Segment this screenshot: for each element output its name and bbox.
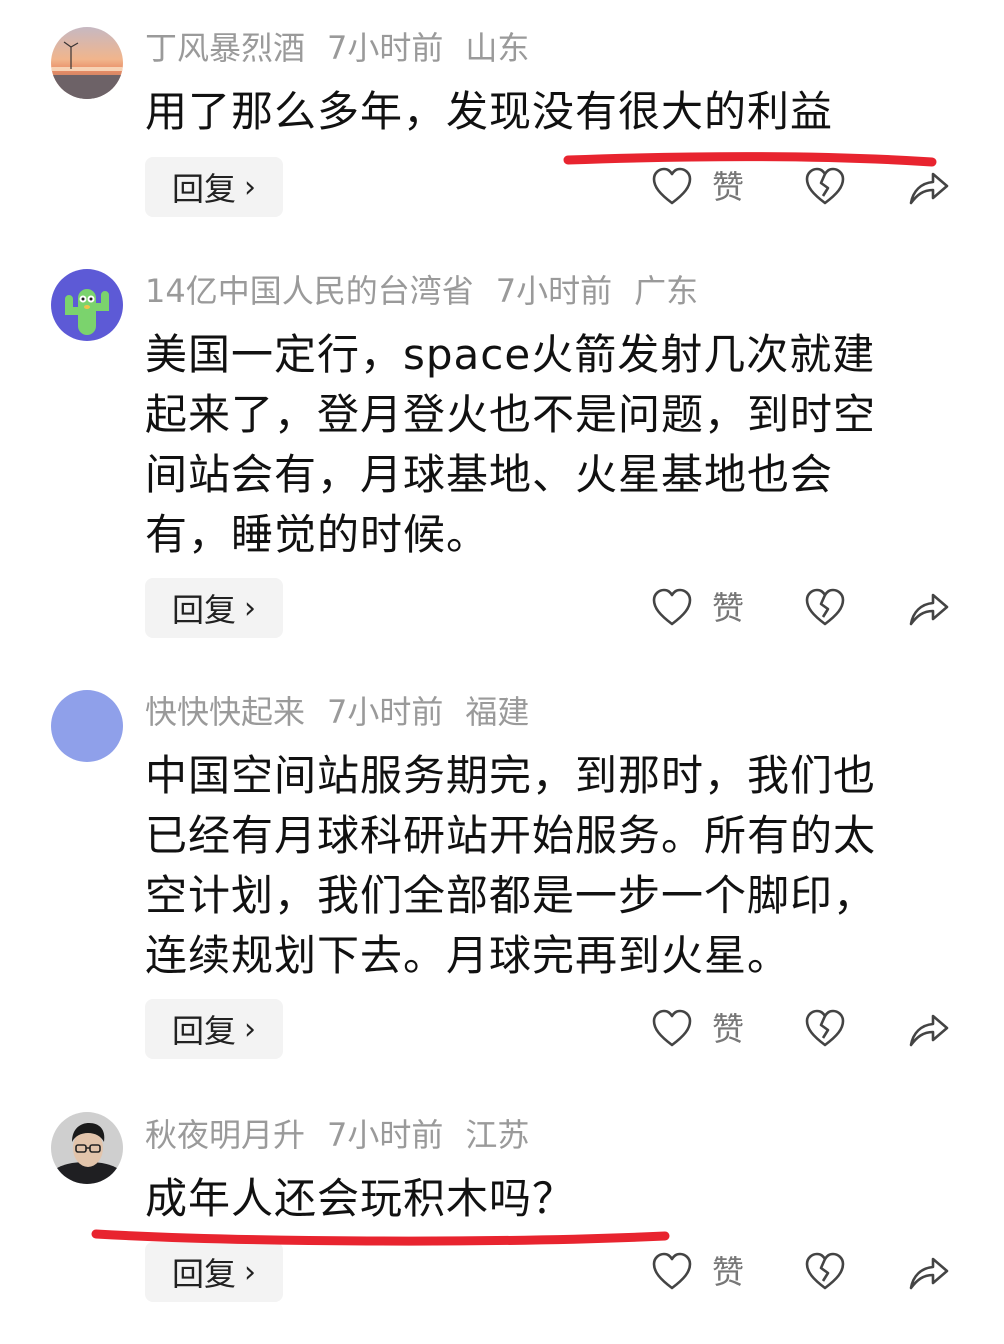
- user-avatar[interactable]: [51, 1112, 123, 1184]
- broken-heart-icon[interactable]: [803, 586, 847, 630]
- comment-meta: 快快快起来 7小时前 福建: [145, 692, 551, 732]
- comment-text: 用了那么多年，发现没有很大的利益: [145, 82, 945, 142]
- like-label[interactable]: 赞: [712, 165, 744, 209]
- annotation-underline: [563, 152, 937, 167]
- comment-text: 中国空间站服务期完，到那时，我们也 已经有月球科研站开始服务。所有的太 空计划，…: [145, 746, 945, 986]
- user-avatar[interactable]: [51, 27, 123, 99]
- comment-time: 7小时前: [327, 693, 444, 731]
- comment-line: 已经有月球科研站开始服务。所有的太: [145, 811, 877, 860]
- heart-icon[interactable]: [650, 165, 694, 209]
- comment-text: 成年人还会玩积木吗？: [145, 1169, 945, 1229]
- chevron-right-icon: ›: [244, 1011, 256, 1047]
- comment-line: 间站会有，月球基地、火星基地也会: [145, 450, 834, 499]
- comment-item: 秋夜明月升 7小时前 江苏 成年人还会玩积木吗？ 回复 › 赞: [0, 1070, 1004, 1344]
- username[interactable]: 丁风暴烈酒: [145, 29, 305, 67]
- comment-line: 成年人还会玩积木吗？: [145, 1174, 576, 1223]
- comment-location: 山东: [465, 29, 530, 67]
- comment-line: 连续规划下去。月球完再到火星。: [145, 931, 791, 980]
- username[interactable]: 快快快起来: [145, 693, 305, 731]
- reply-label: 回复: [171, 1012, 236, 1050]
- like-label[interactable]: 赞: [712, 1250, 744, 1294]
- chevron-right-icon: ›: [244, 590, 256, 626]
- comment-line: 有，睡觉的时候。: [145, 510, 490, 559]
- reply-button[interactable]: 回复 ›: [145, 999, 283, 1059]
- chevron-right-icon: ›: [244, 1254, 256, 1290]
- comment-time: 7小时前: [327, 1116, 444, 1154]
- comment-location: 广东: [634, 272, 699, 310]
- like-label[interactable]: 赞: [712, 586, 744, 630]
- heart-icon[interactable]: [650, 1250, 694, 1294]
- reply-label: 回复: [171, 591, 236, 629]
- share-arrow-icon[interactable]: [907, 165, 951, 209]
- share-arrow-icon[interactable]: [907, 1007, 951, 1051]
- heart-icon[interactable]: [650, 1007, 694, 1051]
- username[interactable]: 14亿中国人民的台湾省: [145, 272, 474, 310]
- comment-line: 空计划，我们全部都是一步一个脚印，: [145, 871, 877, 920]
- reply-button[interactable]: 回复 ›: [145, 157, 283, 217]
- comment-location: 江苏: [465, 1116, 530, 1154]
- reply-label: 回复: [171, 1255, 236, 1293]
- username[interactable]: 秋夜明月升: [145, 1116, 305, 1154]
- comment-text: 美国一定行，space火箭发射几次就建 起来了，登月登火也不是问题，到时空 间站…: [145, 325, 945, 565]
- broken-heart-icon[interactable]: [803, 1250, 847, 1294]
- comment-meta: 秋夜明月升 7小时前 江苏: [145, 1115, 551, 1155]
- comment-time: 7小时前: [495, 272, 613, 310]
- broken-heart-icon[interactable]: [803, 1007, 847, 1051]
- comment-line: 用了那么多年，发现没有很大的利益: [145, 87, 834, 136]
- comment-item: 丁风暴烈酒 7小时前 山东 用了那么多年，发现没有很大的利益 回复 › 赞: [0, 0, 1004, 230]
- reply-label: 回复: [171, 170, 236, 208]
- comment-time: 7小时前: [327, 29, 444, 67]
- broken-heart-icon[interactable]: [803, 165, 847, 209]
- comment-item: 快快快起来 7小时前 福建 中国空间站服务期完，到那时，我们也 已经有月球科研站开始…: [0, 650, 1004, 1070]
- reply-button[interactable]: 回复 ›: [145, 578, 283, 638]
- user-avatar[interactable]: [51, 269, 123, 341]
- heart-icon[interactable]: [650, 586, 694, 630]
- user-avatar[interactable]: [51, 690, 123, 762]
- comment-meta: 14亿中国人民的台湾省 7小时前 广东: [145, 271, 720, 311]
- comment-meta: 丁风暴烈酒 7小时前 山东: [145, 28, 551, 68]
- share-arrow-icon[interactable]: [907, 1250, 951, 1294]
- chevron-right-icon: ›: [244, 169, 256, 205]
- like-label[interactable]: 赞: [712, 1007, 744, 1051]
- comment-line: 起来了，登月登火也不是问题，到时空: [145, 390, 877, 439]
- comment-location: 福建: [465, 693, 530, 731]
- share-arrow-icon[interactable]: [907, 586, 951, 630]
- comment-line: 中国空间站服务期完，到那时，我们也: [145, 751, 877, 800]
- reply-button[interactable]: 回复 ›: [145, 1242, 283, 1302]
- comment-item: 14亿中国人民的台湾省 7小时前 广东 美国一定行，space火箭发射几次就建 起来…: [0, 230, 1004, 650]
- comment-line: 美国一定行，space火箭发射几次就建: [145, 330, 876, 379]
